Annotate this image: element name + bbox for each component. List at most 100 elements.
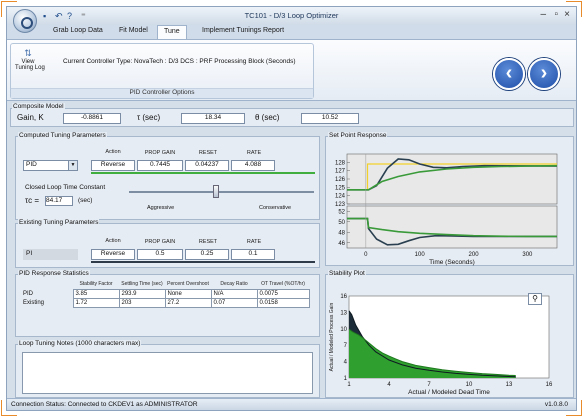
- stat-cell: 3.85: [72, 288, 120, 299]
- y-tick-label: 128: [335, 160, 346, 166]
- stat-cell: 1.72: [72, 297, 120, 308]
- stability-plot-legend: Stability Plot: [328, 270, 366, 277]
- col-header-prop-gain: PROP GAIN: [144, 239, 176, 245]
- stat-cell: 293.9: [118, 288, 166, 299]
- tab-tune[interactable]: Tune: [157, 25, 187, 39]
- tab-fit-model[interactable]: Fit Model: [119, 27, 148, 34]
- table-row: Existing 1.72 203 27.2 0.07 0.0158: [21, 297, 310, 308]
- x-tick-label: 10: [466, 382, 473, 388]
- ribbon-group-pid-options: ⇅ View Tuning Log Current Controller Typ…: [10, 43, 314, 99]
- stat-cell: 0.0075: [256, 288, 310, 299]
- x-tick-label: 4: [387, 382, 391, 388]
- stat-row-label: Existing: [23, 299, 45, 306]
- stat-header: Settling Time (sec): [121, 281, 163, 288]
- x-tick-label: 100: [415, 252, 426, 258]
- stat-cell: N/A: [210, 288, 258, 299]
- x-tick-label: 300: [522, 252, 533, 258]
- tc-slider-track[interactable]: [129, 191, 314, 193]
- y-tick-label: 13: [340, 310, 347, 316]
- computed-rate-field[interactable]: 4.088: [231, 160, 275, 171]
- close-button[interactable]: ×: [564, 9, 570, 20]
- tc-label: τc =: [25, 196, 40, 205]
- y-tick-label: 50: [338, 220, 345, 226]
- aggressive-label: Aggressive: [147, 205, 175, 211]
- statistics-table: Stability Factor Settling Time (sec) Per…: [21, 280, 310, 308]
- existing-prop-gain-field: 0.5: [137, 249, 183, 260]
- tc-unit-label: (sec): [78, 197, 93, 204]
- gain-field[interactable]: -0.8861: [63, 113, 121, 124]
- x-axis-label: Time (Seconds): [429, 259, 475, 266]
- y-tick-label: 16: [340, 294, 347, 300]
- response-statistics-legend: PID Response Statistics: [18, 270, 90, 277]
- view-tuning-log-button[interactable]: ⇅ View Tuning Log: [15, 48, 45, 71]
- x-tick-label: 7: [427, 382, 431, 388]
- col-header-action: Action: [105, 149, 121, 155]
- x-tick-label: 200: [469, 252, 480, 258]
- dropdown-arrow-icon: ▼: [68, 161, 77, 170]
- stat-cell: 27.2: [164, 297, 212, 308]
- x-tick-label: 1: [347, 382, 351, 388]
- conservative-label: Conservative: [259, 205, 292, 211]
- app-menu-button[interactable]: [13, 9, 37, 33]
- y-tick-label: 10: [340, 327, 347, 333]
- window-title: TC101 - D/3 Loop Optimizer: [244, 11, 339, 20]
- plot-area: [346, 205, 558, 249]
- status-bar: Connection Status: Connected to CKDEV1 a…: [7, 398, 576, 410]
- zoom-icon[interactable]: ⚲: [528, 293, 542, 305]
- existing-controller-type: PI: [23, 249, 78, 260]
- setpoint-response-legend: Set Point Response: [328, 132, 388, 139]
- log-icon: ⇅: [24, 48, 32, 58]
- stat-header: Stability Factor: [79, 281, 113, 288]
- notes-legend: Loop Tuning Notes (1000 characters max): [18, 340, 142, 347]
- next-button[interactable]: ›: [528, 58, 560, 90]
- col-header-rate: RATE: [246, 150, 262, 156]
- tab-implement-tunings[interactable]: Implement Tunings: [202, 27, 261, 34]
- stat-header: Decay Ratio: [220, 281, 248, 288]
- y-tick-label: 46: [338, 241, 345, 247]
- col-header-rate: RATE: [246, 239, 262, 245]
- y-tick-label: 125: [335, 185, 346, 191]
- y-tick-label: 48: [338, 230, 345, 236]
- controller-type-select[interactable]: PID ▼: [23, 160, 78, 171]
- computed-row-indicator: [91, 172, 315, 174]
- ribbon-group-caption: PID Controller Options: [11, 88, 313, 98]
- existing-tuning-legend: Existing Tuning Parameters: [18, 219, 100, 226]
- stat-cell: 203: [118, 297, 166, 308]
- composite-model-legend: Composite Model: [12, 103, 65, 110]
- y-tick-label: 126: [335, 177, 346, 183]
- title-bar: ▪ ↶ ? ⁼ TC101 - D/3 Loop Optimizer – ▫ ×: [7, 7, 576, 25]
- table-row: PID 3.85 293.9 None N/A 0.0075: [21, 288, 310, 299]
- notes-textarea[interactable]: [22, 352, 313, 394]
- tab-grab-loop-data[interactable]: Grab Loop Data: [53, 27, 103, 34]
- existing-rate-field: 0.1: [231, 249, 275, 260]
- stat-header: OT Travel (%OT/hr): [261, 281, 305, 288]
- plot-area: [346, 153, 558, 205]
- view-log-label: Tuning Log: [15, 65, 45, 71]
- x-axis-label: Actual / Modeled Dead Time: [408, 389, 490, 396]
- computed-reset-field[interactable]: 0.04237: [185, 160, 229, 171]
- existing-action-field: Reverse: [91, 249, 135, 260]
- tau-field[interactable]: 18.34: [181, 113, 245, 124]
- tc-slider-thumb[interactable]: [212, 185, 219, 198]
- existing-reset-field: 0.25: [185, 249, 229, 260]
- stat-header: Percent Overshoot: [167, 281, 209, 288]
- ribbon: ⇅ View Tuning Log Current Controller Typ…: [7, 39, 576, 101]
- tab-report[interactable]: Report: [263, 27, 284, 34]
- minimize-button[interactable]: –: [540, 9, 546, 20]
- y-tick-label: 7: [344, 343, 348, 349]
- computed-prop-gain-field[interactable]: 0.7445: [137, 160, 183, 171]
- computed-action-field[interactable]: Reverse: [91, 160, 135, 171]
- closed-loop-time-constant-label: Closed Loop Time Constant: [25, 184, 106, 191]
- maximize-button[interactable]: ▫: [554, 9, 558, 20]
- existing-row-indicator: [91, 261, 315, 263]
- tc-field[interactable]: 84.17: [45, 196, 73, 206]
- connection-status: Connection Status: Connected to CKDEV1 a…: [11, 401, 198, 408]
- x-tick-label: 13: [506, 382, 513, 388]
- y-tick-label: 4: [344, 360, 348, 366]
- back-button[interactable]: ‹: [493, 58, 525, 90]
- y-tick-label: 127: [335, 169, 346, 175]
- theta-field[interactable]: 10.52: [301, 113, 359, 124]
- y-tick-label: 52: [338, 209, 345, 215]
- col-header-reset: RESET: [198, 150, 218, 156]
- y-tick-label: 123: [335, 202, 346, 208]
